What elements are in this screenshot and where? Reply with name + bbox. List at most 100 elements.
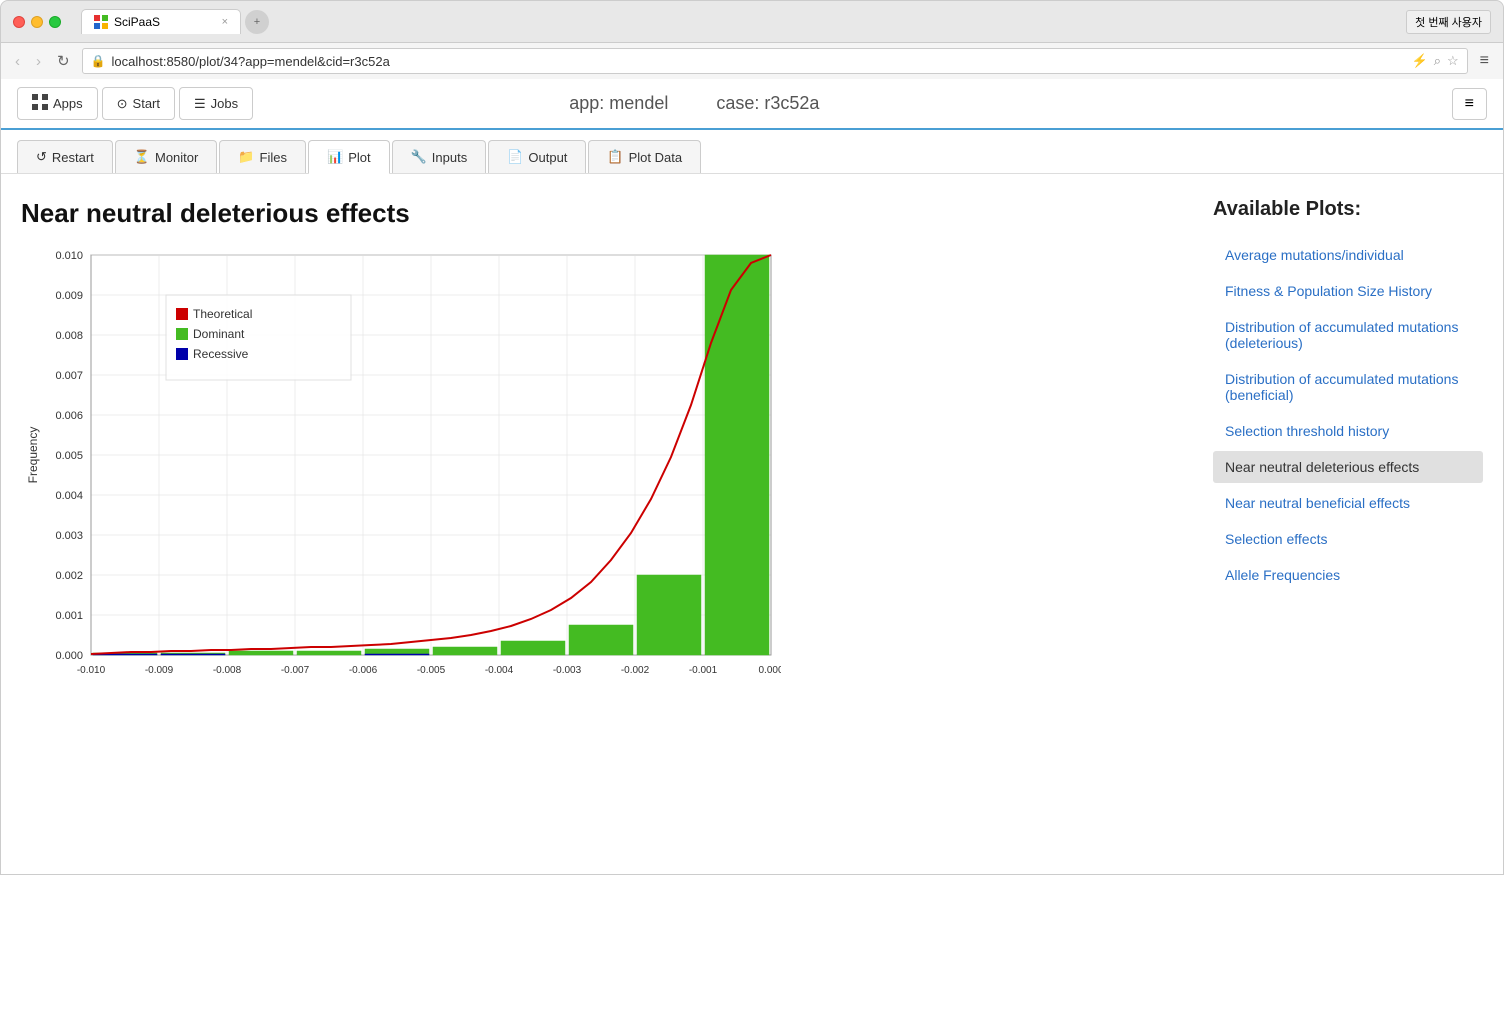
- tab-bar: SciPaaS × +: [81, 9, 1398, 34]
- svg-text:-0.006: -0.006: [349, 665, 378, 676]
- files-icon: 📁: [238, 149, 254, 165]
- apps-button[interactable]: Apps: [17, 87, 98, 120]
- app-toolbar: Apps ⊙ Start ☰ Jobs app: mendel case: r3…: [1, 79, 1503, 130]
- sidebar-link-fitness-history[interactable]: Fitness & Population Size History: [1213, 275, 1483, 307]
- svg-text:0.003: 0.003: [55, 530, 83, 542]
- lock-icon: 🔒: [91, 54, 106, 68]
- tab-close-button[interactable]: ×: [222, 16, 228, 28]
- back-button[interactable]: ‹: [11, 51, 24, 72]
- jobs-label: Jobs: [211, 96, 238, 111]
- svg-text:0.005: 0.005: [55, 450, 83, 462]
- tab-favicon-icon: [94, 15, 108, 29]
- case-id: case: r3c52a: [716, 93, 819, 114]
- sidebar-title: Available Plots:: [1213, 198, 1483, 221]
- tab-files[interactable]: 📁 Files: [219, 140, 306, 173]
- svg-text:-0.004: -0.004: [485, 665, 514, 676]
- app-name: app: mendel: [569, 93, 668, 114]
- svg-text:0.008: 0.008: [55, 330, 83, 342]
- tab-files-label: Files: [260, 150, 287, 165]
- svg-text:-0.008: -0.008: [213, 665, 242, 676]
- traffic-lights: [13, 16, 61, 28]
- svg-text:-0.001: -0.001: [689, 665, 718, 676]
- address-bar[interactable]: 🔒 localhost:8580/plot/34?app=mendel&cid=…: [82, 48, 1468, 74]
- sidebar-link-near-neutral-del[interactable]: Near neutral deleterious effects: [1213, 451, 1483, 483]
- address-bar-row: ‹ › ↻ 🔒 localhost:8580/plot/34?app=mende…: [1, 42, 1503, 79]
- apps-label: Apps: [53, 96, 83, 111]
- apps-icon: [32, 94, 48, 113]
- reload-button[interactable]: ↻: [53, 50, 74, 72]
- lightning-icon: ⚡: [1412, 53, 1428, 69]
- sidebar-link-near-neutral-ben[interactable]: Near neutral beneficial effects: [1213, 487, 1483, 519]
- restart-icon: ↺: [36, 149, 47, 165]
- browser-menu-button[interactable]: ≡: [1476, 50, 1493, 72]
- start-icon: ⊙: [117, 96, 128, 112]
- tab-output-label: Output: [528, 150, 567, 165]
- close-button[interactable]: [13, 16, 25, 28]
- main-content: Near neutral deleterious effects: [1, 174, 1503, 874]
- svg-text:Theoretical: Theoretical: [193, 307, 252, 321]
- svg-text:0.000: 0.000: [55, 650, 83, 662]
- new-tab-button[interactable]: +: [245, 10, 269, 34]
- sidebar-link-avg-mutations[interactable]: Average mutations/individual: [1213, 239, 1483, 271]
- svg-text:-0.010: -0.010: [77, 665, 106, 676]
- svg-text:-0.007: -0.007: [281, 665, 310, 676]
- svg-text:Dominant: Dominant: [193, 327, 245, 341]
- chart-container: 0.000 0.001 0.002 0.003 0.004 0.005 0.00…: [21, 245, 781, 705]
- address-bar-icons: ⚡ ⌕ ☆: [1412, 53, 1459, 69]
- svg-text:-0.003: -0.003: [553, 665, 582, 676]
- sidebar-link-selection-threshold[interactable]: Selection threshold history: [1213, 415, 1483, 447]
- tab-output[interactable]: 📄 Output: [488, 140, 586, 173]
- start-button[interactable]: ⊙ Start: [102, 87, 175, 120]
- browser-tab[interactable]: SciPaaS ×: [81, 9, 241, 34]
- plot-title: Near neutral deleterious effects: [21, 198, 1183, 229]
- action-tabs: ↺ Restart ⏳ Monitor 📁 Files 📊 Plot 🔧 Inp…: [1, 130, 1503, 174]
- tab-inputs-label: Inputs: [432, 150, 467, 165]
- sidebar: Available Plots: Average mutations/indiv…: [1183, 198, 1483, 850]
- svg-text:0.006: 0.006: [55, 410, 83, 422]
- sidebar-link-selection-effects[interactable]: Selection effects: [1213, 523, 1483, 555]
- svg-text:-0.005: -0.005: [417, 665, 446, 676]
- tab-restart-label: Restart: [52, 150, 94, 165]
- svg-text:0.001: 0.001: [55, 610, 83, 622]
- toolbar-menu-button[interactable]: ≡: [1452, 88, 1487, 120]
- tab-monitor[interactable]: ⏳ Monitor: [115, 140, 218, 173]
- svg-text:0.004: 0.004: [55, 490, 83, 502]
- tab-plot-data[interactable]: 📋 Plot Data: [588, 140, 701, 173]
- minimize-button[interactable]: [31, 16, 43, 28]
- plot-data-icon: 📋: [607, 149, 623, 165]
- toolbar-nav-buttons: Apps ⊙ Start ☰ Jobs: [17, 87, 253, 120]
- plot-icon: 📊: [327, 149, 343, 165]
- tab-restart[interactable]: ↺ Restart: [17, 140, 113, 173]
- sidebar-link-dist-beneficial[interactable]: Distribution of accumulated mutations (b…: [1213, 363, 1483, 411]
- maximize-button[interactable]: [49, 16, 61, 28]
- tab-inputs[interactable]: 🔧 Inputs: [392, 140, 487, 173]
- tab-monitor-label: Monitor: [155, 150, 198, 165]
- svg-text:0.002: 0.002: [55, 570, 83, 582]
- jobs-icon: ☰: [194, 96, 206, 112]
- svg-text:0.010: 0.010: [55, 250, 83, 262]
- chart-svg: 0.000 0.001 0.002 0.003 0.004 0.005 0.00…: [21, 245, 781, 705]
- bookmark-icon[interactable]: ☆: [1447, 53, 1459, 69]
- sidebar-link-allele-freq[interactable]: Allele Frequencies: [1213, 559, 1483, 591]
- tab-plot-label: Plot: [348, 150, 370, 165]
- jobs-button[interactable]: ☰ Jobs: [179, 87, 253, 120]
- sidebar-link-dist-deleterious[interactable]: Distribution of accumulated mutations (d…: [1213, 311, 1483, 359]
- svg-text:Frequency: Frequency: [26, 427, 40, 484]
- forward-button[interactable]: ›: [32, 51, 45, 72]
- search-icon[interactable]: ⌕: [1434, 53, 1441, 69]
- tab-plot[interactable]: 📊 Plot: [308, 140, 390, 174]
- tab-title: SciPaaS: [114, 15, 160, 29]
- plot-area: Near neutral deleterious effects: [21, 198, 1183, 850]
- tab-plot-data-label: Plot Data: [629, 150, 682, 165]
- svg-text:0.009: 0.009: [55, 290, 83, 302]
- svg-text:0.007: 0.007: [55, 370, 83, 382]
- output-icon: 📄: [507, 149, 523, 165]
- korean-user-button[interactable]: 첫 번째 사용자: [1406, 10, 1491, 34]
- svg-text:-0.002: -0.002: [621, 665, 650, 676]
- inputs-icon: 🔧: [411, 149, 427, 165]
- svg-text:-0.009: -0.009: [145, 665, 174, 676]
- svg-text:0.000: 0.000: [758, 665, 781, 676]
- address-text: localhost:8580/plot/34?app=mendel&cid=r3…: [112, 54, 390, 69]
- svg-text:Recessive: Recessive: [193, 347, 249, 361]
- start-label: Start: [133, 96, 160, 111]
